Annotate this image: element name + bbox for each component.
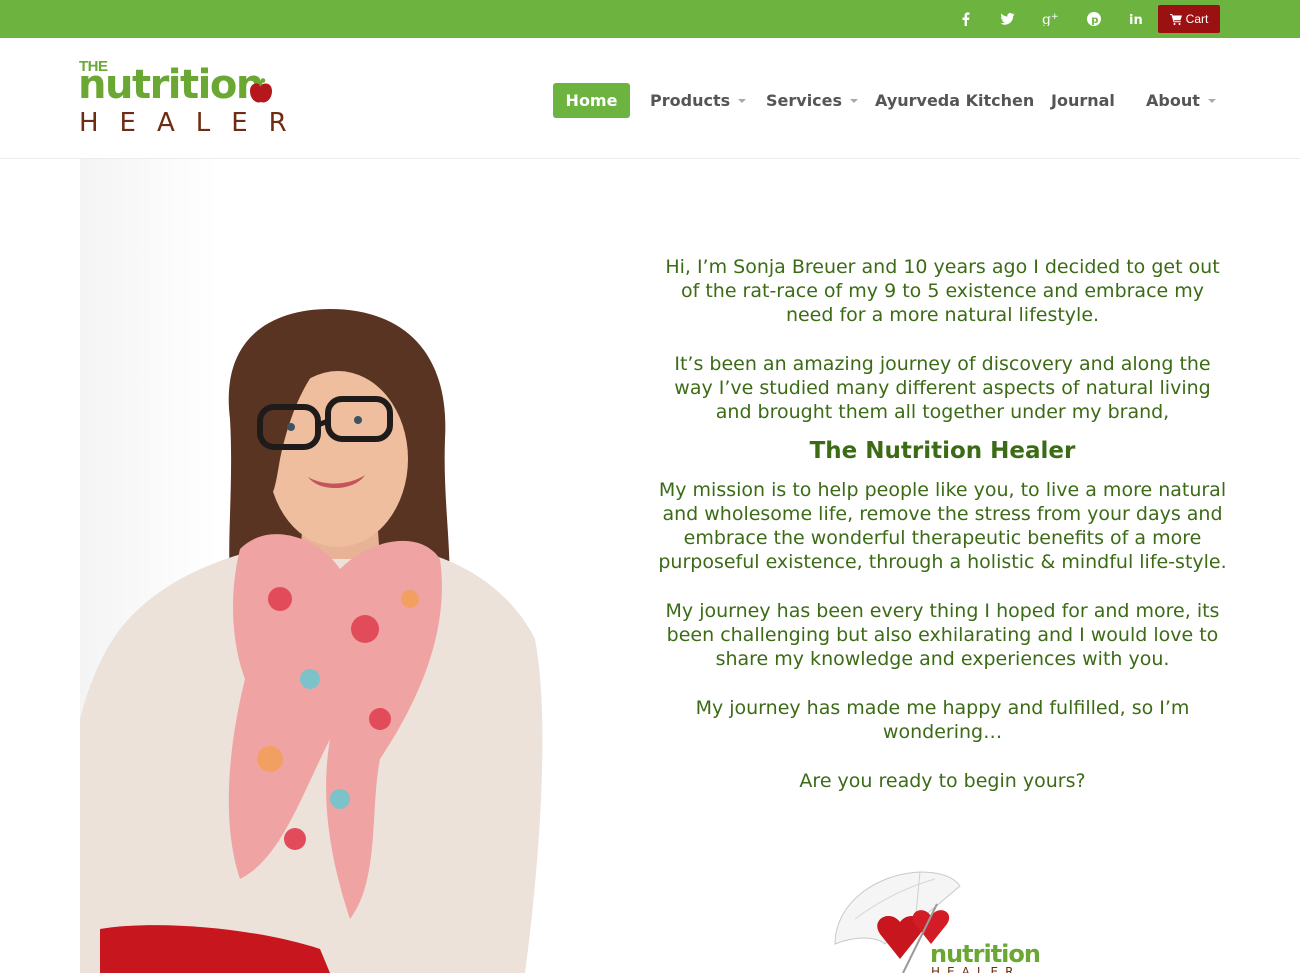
- logo-wordmark: nutrition: [78, 62, 264, 108]
- svg-text:+: +: [1051, 12, 1058, 22]
- svg-text:p: p: [1091, 15, 1098, 26]
- badge-healer-text: HEALER: [931, 965, 1020, 973]
- intro-paragraph-2: It’s been an amazing journey of discover…: [674, 353, 1211, 423]
- pinterest-icon[interactable]: p: [1080, 0, 1108, 38]
- chevron-down-icon: [738, 98, 747, 103]
- twitter-icon[interactable]: [993, 0, 1021, 38]
- apple-icon: [250, 78, 272, 103]
- svg-text:in: in: [1129, 13, 1143, 26]
- top-bar: g + p in Cart: [0, 0, 1300, 38]
- linkedin-icon[interactable]: in: [1123, 0, 1151, 38]
- nav-ayurveda-kitchen[interactable]: Ayurveda Kitchen: [875, 83, 1034, 118]
- nav-journal[interactable]: Journal: [1051, 83, 1115, 118]
- nav-home[interactable]: Home: [553, 83, 630, 118]
- svg-text:g: g: [1042, 12, 1051, 26]
- intro-paragraph-6: Are you ready to begin yours?: [799, 770, 1086, 792]
- nav-products[interactable]: Products: [650, 83, 747, 118]
- nav-about[interactable]: About: [1146, 83, 1216, 118]
- nav-services-label: Services: [766, 91, 843, 110]
- nav-ayurveda-label: Ayurveda Kitchen: [875, 91, 1035, 110]
- nav-home-label: Home: [565, 91, 618, 110]
- cart-button[interactable]: Cart: [1158, 5, 1220, 33]
- nav-services[interactable]: Services: [766, 83, 859, 118]
- nav-products-label: Products: [650, 91, 731, 110]
- intro-section: Hi, I’m Sonja Breuer and 10 years ago I …: [655, 255, 1230, 818]
- brand-heading: The Nutrition Healer: [809, 438, 1076, 464]
- nav-journal-label: Journal: [1051, 91, 1115, 110]
- logo-healer-text: HEALER: [79, 108, 308, 138]
- chevron-down-icon: [850, 98, 859, 103]
- intro-paragraph-5: My journey has made me happy and fulfill…: [695, 697, 1190, 743]
- cart-label: Cart: [1185, 12, 1209, 26]
- site-header: THE nutrition HEALER Home Products Servi…: [0, 38, 1300, 159]
- intro-paragraph-3: My mission is to help people like you, t…: [658, 479, 1227, 573]
- site-logo[interactable]: THE nutrition HEALER: [78, 58, 308, 140]
- cart-icon: [1169, 13, 1182, 25]
- intro-paragraph-4: My journey has been every thing I hoped …: [665, 600, 1220, 670]
- portrait-photo: [80, 159, 635, 973]
- facebook-icon[interactable]: [952, 0, 980, 38]
- nav-about-label: About: [1146, 91, 1200, 110]
- chevron-down-icon: [1207, 98, 1216, 103]
- intro-paragraph-1: Hi, I’m Sonja Breuer and 10 years ago I …: [665, 256, 1220, 326]
- umbrella-logo-image: nutrition HEALER: [825, 864, 1055, 973]
- badge-wordmark: nutrition: [930, 940, 1040, 968]
- google-plus-icon[interactable]: g +: [1036, 0, 1064, 38]
